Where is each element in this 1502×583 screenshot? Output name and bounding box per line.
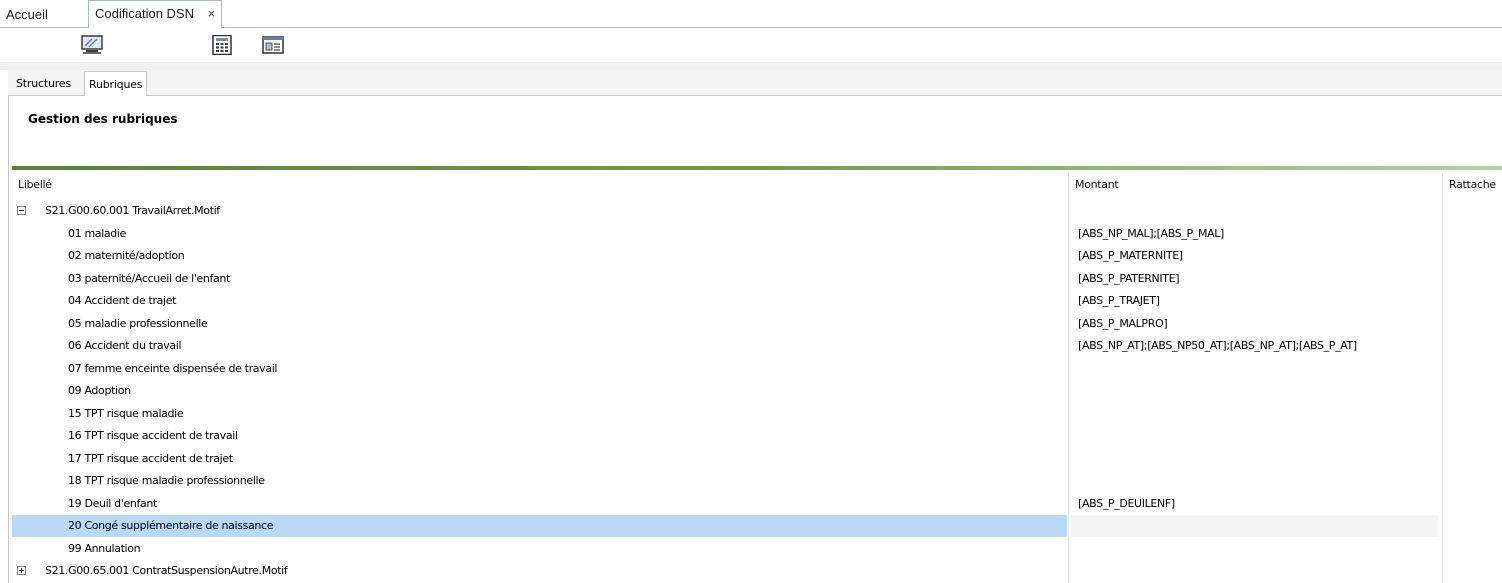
montant-cell[interactable] — [1071, 538, 1438, 560]
libelle-text: 18 TPT risque maladie professionnelle — [68, 474, 265, 487]
libelle-text: 02 maternité/adoption — [68, 249, 185, 262]
tab-codification-dsn[interactable]: Codification DSN × — [88, 0, 223, 29]
libelle-cell[interactable]: 01 maladie — [12, 223, 1067, 245]
montant-text: [ABS_P_MATERNITE] — [1078, 249, 1183, 262]
libelle-text: 01 maladie — [68, 226, 127, 240]
inner-tab-strip: Structures Rubriques — [8, 70, 1502, 97]
montant-cell[interactable] — [1071, 403, 1438, 425]
table-row[interactable]: 07 femme enceinte dispensée de travail — [12, 358, 1502, 380]
libelle-text: 17 TPT risque accident de trajet — [68, 451, 233, 465]
montant-cell[interactable]: [ABS_P_MATERNITE] — [1071, 245, 1438, 267]
libelle-text: S21.G00.60.001 TravailArret.Motif — [45, 204, 220, 217]
montant-cell[interactable] — [1071, 560, 1438, 582]
libelle-text: 20 Congé supplémentaire de naissance — [68, 519, 274, 532]
table-row[interactable]: 18 TPT risque maladie professionnelle — [12, 470, 1502, 492]
libelle-cell[interactable]: 09 Adoption — [12, 380, 1067, 402]
tree-group-row[interactable]: S21.G00.65.001 ContratSuspensionAutre.Mo… — [12, 560, 1502, 582]
montant-cell[interactable] — [1071, 380, 1438, 402]
libelle-cell[interactable]: 06 Accident du travail — [12, 335, 1067, 357]
libelle-text: 03 paternité/Accueil de l'enfant — [68, 271, 230, 285]
column-header-rattache[interactable]: Rattache — [1449, 175, 1496, 195]
montant-cell[interactable] — [1071, 515, 1438, 537]
libelle-cell[interactable]: 16 TPT risque accident de travail — [12, 425, 1067, 447]
table-row[interactable]: 16 TPT risque accident de travail — [12, 425, 1502, 447]
tree-group-row[interactable]: S21.G00.60.001 TravailArret.Motif — [12, 200, 1502, 222]
libelle-text: 19 Deuil d'enfant — [68, 496, 158, 510]
montant-cell[interactable]: [ABS_P_MALPRO] — [1071, 313, 1438, 335]
libelle-text: 07 femme enceinte dispensée de travail — [68, 361, 278, 375]
table-row[interactable]: 02 maternité/adoption [ABS_P_MATERNITE] — [12, 245, 1502, 267]
libelle-cell[interactable]: 04 Accident de trajet — [12, 290, 1067, 312]
libelle-cell[interactable]: S21.G00.60.001 TravailArret.Motif — [12, 200, 1067, 222]
table-row[interactable]: 09 Adoption — [12, 380, 1502, 402]
montant-text: [ABS_NP_MAL];[ABS_P_MAL] — [1078, 226, 1224, 240]
montant-cell[interactable] — [1071, 425, 1438, 447]
monitor-icon[interactable] — [81, 35, 103, 55]
libelle-cell[interactable]: 99 Annulation — [12, 538, 1067, 560]
tab-structures[interactable]: Structures — [12, 74, 75, 96]
tab-codification-dsn-label: Codification DSN — [95, 6, 194, 21]
montant-text: [ABS_P_MALPRO] — [1078, 316, 1168, 330]
montant-text: [ABS_P_PATERNITE] — [1078, 271, 1180, 285]
montant-cell[interactable]: [ABS_NP_AT];[ABS_NP50_AT];[ABS_NP_AT];[A… — [1071, 335, 1438, 357]
libelle-text: 06 Accident du travail — [68, 339, 182, 352]
column-header-montant[interactable]: Montant — [1075, 175, 1119, 195]
montant-cell[interactable]: [ABS_P_TRAJET] — [1071, 290, 1438, 312]
table-row[interactable]: 17 TPT risque accident de trajet — [12, 448, 1502, 470]
table-row[interactable]: 01 maladie [ABS_NP_MAL];[ABS_P_MAL] — [12, 223, 1502, 245]
montant-cell[interactable]: [ABS_P_PATERNITE] — [1071, 268, 1438, 290]
title-divider — [12, 166, 1502, 170]
montant-text: [ABS_P_DEUILENF] — [1078, 496, 1175, 510]
montant-cell[interactable]: [ABS_P_DEUILENF] — [1071, 493, 1438, 515]
libelle-text: 04 Accident de trajet — [68, 294, 177, 307]
libelle-cell[interactable]: 17 TPT risque accident de trajet — [12, 448, 1067, 470]
page-title: Gestion des rubriques — [28, 112, 178, 126]
tab-accueil[interactable]: Accueil — [0, 0, 62, 28]
libelle-cell[interactable]: S21.G00.65.001 ContratSuspensionAutre.Mo… — [12, 560, 1067, 582]
libelle-cell[interactable]: 03 paternité/Accueil de l'enfant — [12, 268, 1067, 290]
libelle-text: 05 maladie professionnelle — [68, 316, 208, 330]
table-row[interactable]: 03 paternité/Accueil de l'enfant [ABS_P_P… — [12, 268, 1502, 290]
table-row[interactable]: 06 Accident du travail [ABS_NP_AT];[ABS_N… — [12, 335, 1502, 357]
montant-cell[interactable] — [1071, 358, 1438, 380]
libelle-text: S21.G00.65.001 ContratSuspensionAutre.Mo… — [45, 564, 288, 577]
table-row[interactable]: 15 TPT risque maladie — [12, 403, 1502, 425]
libelle-text: 16 TPT risque accident de travail — [68, 429, 238, 442]
toolbar-separator — [0, 62, 1502, 70]
montant-cell[interactable]: [ABS_NP_MAL];[ABS_P_MAL] — [1071, 223, 1438, 245]
montant-text: [ABS_P_TRAJET] — [1078, 294, 1160, 307]
libelle-cell[interactable]: 18 TPT risque maladie professionnelle — [12, 470, 1067, 492]
libelle-text: 99 Annulation — [68, 541, 141, 555]
table-row[interactable]: 04 Accident de trajet [ABS_P_TRAJET] — [12, 290, 1502, 312]
tab-rubriques[interactable]: Rubriques — [84, 71, 148, 97]
montant-cell[interactable] — [1071, 200, 1438, 222]
toolbar — [0, 29, 1502, 62]
montant-text: [ABS_NP_AT];[ABS_NP50_AT];[ABS_NP_AT];[A… — [1078, 339, 1357, 352]
libelle-cell[interactable]: 20 Congé supplémentaire de naissance — [12, 515, 1067, 537]
libelle-cell[interactable]: 15 TPT risque maladie — [12, 403, 1067, 425]
libelle-cell[interactable]: 05 maladie professionnelle — [12, 313, 1067, 335]
expand-icon[interactable] — [17, 566, 26, 575]
libelle-text: 09 Adoption — [68, 384, 131, 397]
table-row[interactable]: 20 Congé supplémentaire de naissance — [12, 515, 1502, 537]
table-row[interactable]: 05 maladie professionnelle [ABS_P_MALPRO] — [12, 313, 1502, 335]
tab-accueil-label: Accueil — [6, 7, 48, 22]
document-tab-strip: Accueil Codification DSN × — [0, 0, 1502, 29]
column-header-libelle[interactable]: Libellé — [18, 175, 52, 195]
libelle-cell[interactable]: 19 Deuil d'enfant — [12, 493, 1067, 515]
close-icon[interactable]: × — [208, 6, 216, 21]
montant-cell[interactable] — [1071, 448, 1438, 470]
table-row[interactable]: 99 Annulation — [12, 538, 1502, 560]
window-list-icon[interactable] — [262, 35, 284, 55]
collapse-icon[interactable] — [17, 206, 26, 215]
montant-cell[interactable] — [1071, 470, 1438, 492]
libelle-cell[interactable]: 02 maternité/adoption — [12, 245, 1067, 267]
calculator-icon[interactable] — [211, 34, 233, 56]
libelle-text: 15 TPT risque maladie — [68, 406, 184, 420]
table-row[interactable]: 19 Deuil d'enfant [ABS_P_DEUILENF] — [12, 493, 1502, 515]
libelle-cell[interactable]: 07 femme enceinte dispensée de travail — [12, 358, 1067, 380]
